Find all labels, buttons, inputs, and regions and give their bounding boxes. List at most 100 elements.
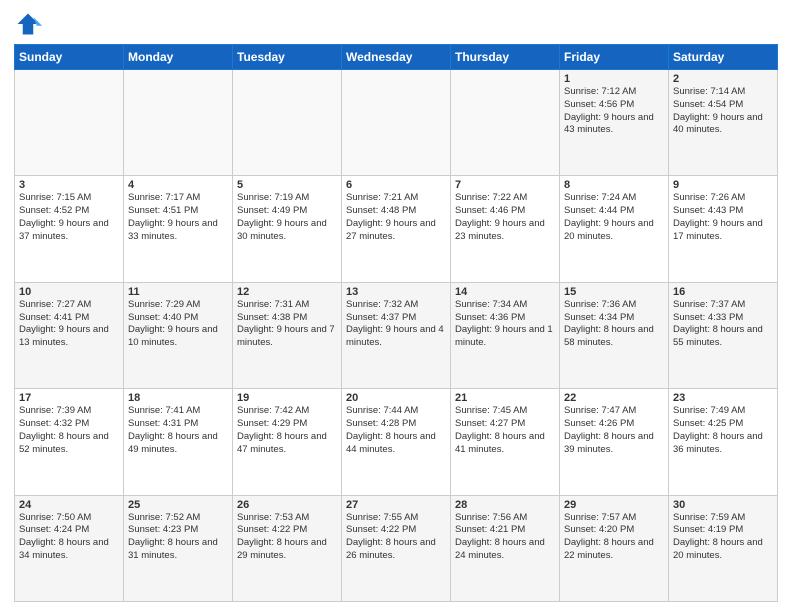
day-number: 28 xyxy=(455,499,555,511)
day-info: Sunset: 4:33 PM xyxy=(673,312,773,325)
day-info: Sunset: 4:48 PM xyxy=(346,205,446,218)
calendar-week-2: 3Sunrise: 7:15 AMSunset: 4:52 PMDaylight… xyxy=(15,176,778,282)
day-number: 10 xyxy=(19,286,119,298)
calendar-cell: 11Sunrise: 7:29 AMSunset: 4:40 PMDayligh… xyxy=(124,282,233,388)
day-number: 19 xyxy=(237,392,337,404)
day-info: Sunrise: 7:17 AM xyxy=(128,192,228,205)
day-info: Sunrise: 7:15 AM xyxy=(19,192,119,205)
day-info: Daylight: 8 hours and 52 minutes. xyxy=(19,431,119,457)
calendar-cell: 1Sunrise: 7:12 AMSunset: 4:56 PMDaylight… xyxy=(560,70,669,176)
calendar-header-thursday: Thursday xyxy=(451,45,560,70)
calendar-cell: 24Sunrise: 7:50 AMSunset: 4:24 PMDayligh… xyxy=(15,495,124,601)
day-info: Sunrise: 7:52 AM xyxy=(128,512,228,525)
day-number: 4 xyxy=(128,179,228,191)
day-info: Sunset: 4:24 PM xyxy=(19,524,119,537)
day-number: 16 xyxy=(673,286,773,298)
day-info: Sunrise: 7:19 AM xyxy=(237,192,337,205)
day-number: 5 xyxy=(237,179,337,191)
day-info: Daylight: 9 hours and 20 minutes. xyxy=(564,218,664,244)
day-number: 9 xyxy=(673,179,773,191)
day-info: Sunset: 4:27 PM xyxy=(455,418,555,431)
calendar-header-wednesday: Wednesday xyxy=(342,45,451,70)
calendar-cell: 25Sunrise: 7:52 AMSunset: 4:23 PMDayligh… xyxy=(124,495,233,601)
day-number: 15 xyxy=(564,286,664,298)
day-info: Sunset: 4:56 PM xyxy=(564,99,664,112)
day-info: Sunset: 4:46 PM xyxy=(455,205,555,218)
day-info: Daylight: 8 hours and 34 minutes. xyxy=(19,537,119,563)
day-number: 13 xyxy=(346,286,446,298)
day-info: Daylight: 8 hours and 49 minutes. xyxy=(128,431,228,457)
day-info: Sunrise: 7:45 AM xyxy=(455,405,555,418)
day-info: Sunrise: 7:56 AM xyxy=(455,512,555,525)
day-number: 27 xyxy=(346,499,446,511)
day-number: 22 xyxy=(564,392,664,404)
day-number: 20 xyxy=(346,392,446,404)
day-info: Sunrise: 7:32 AM xyxy=(346,299,446,312)
header xyxy=(14,10,778,38)
day-info: Sunrise: 7:55 AM xyxy=(346,512,446,525)
day-info: Sunset: 4:22 PM xyxy=(346,524,446,537)
day-number: 8 xyxy=(564,179,664,191)
day-info: Daylight: 8 hours and 26 minutes. xyxy=(346,537,446,563)
day-number: 29 xyxy=(564,499,664,511)
day-info: Daylight: 9 hours and 4 minutes. xyxy=(346,324,446,350)
day-info: Sunrise: 7:57 AM xyxy=(564,512,664,525)
day-info: Sunrise: 7:41 AM xyxy=(128,405,228,418)
calendar-cell xyxy=(124,70,233,176)
day-info: Daylight: 8 hours and 58 minutes. xyxy=(564,324,664,350)
calendar: SundayMondayTuesdayWednesdayThursdayFrid… xyxy=(14,44,778,602)
calendar-cell: 15Sunrise: 7:36 AMSunset: 4:34 PMDayligh… xyxy=(560,282,669,388)
calendar-cell: 18Sunrise: 7:41 AMSunset: 4:31 PMDayligh… xyxy=(124,389,233,495)
day-number: 7 xyxy=(455,179,555,191)
day-number: 6 xyxy=(346,179,446,191)
day-info: Sunset: 4:34 PM xyxy=(564,312,664,325)
day-info: Daylight: 9 hours and 27 minutes. xyxy=(346,218,446,244)
day-info: Sunrise: 7:59 AM xyxy=(673,512,773,525)
calendar-cell: 22Sunrise: 7:47 AMSunset: 4:26 PMDayligh… xyxy=(560,389,669,495)
calendar-header-sunday: Sunday xyxy=(15,45,124,70)
calendar-cell: 10Sunrise: 7:27 AMSunset: 4:41 PMDayligh… xyxy=(15,282,124,388)
calendar-cell: 7Sunrise: 7:22 AMSunset: 4:46 PMDaylight… xyxy=(451,176,560,282)
day-number: 30 xyxy=(673,499,773,511)
day-info: Daylight: 8 hours and 39 minutes. xyxy=(564,431,664,457)
day-info: Sunrise: 7:29 AM xyxy=(128,299,228,312)
day-info: Sunset: 4:26 PM xyxy=(564,418,664,431)
day-info: Sunset: 4:19 PM xyxy=(673,524,773,537)
day-info: Daylight: 8 hours and 24 minutes. xyxy=(455,537,555,563)
day-info: Daylight: 8 hours and 22 minutes. xyxy=(564,537,664,563)
day-info: Daylight: 9 hours and 30 minutes. xyxy=(237,218,337,244)
day-number: 2 xyxy=(673,73,773,85)
day-info: Daylight: 8 hours and 44 minutes. xyxy=(346,431,446,457)
calendar-cell: 23Sunrise: 7:49 AMSunset: 4:25 PMDayligh… xyxy=(669,389,778,495)
day-info: Sunset: 4:20 PM xyxy=(564,524,664,537)
day-info: Sunset: 4:54 PM xyxy=(673,99,773,112)
day-number: 3 xyxy=(19,179,119,191)
day-info: Sunset: 4:43 PM xyxy=(673,205,773,218)
day-info: Sunset: 4:37 PM xyxy=(346,312,446,325)
day-info: Daylight: 8 hours and 31 minutes. xyxy=(128,537,228,563)
day-info: Sunrise: 7:31 AM xyxy=(237,299,337,312)
day-info: Daylight: 9 hours and 43 minutes. xyxy=(564,112,664,138)
day-info: Daylight: 8 hours and 47 minutes. xyxy=(237,431,337,457)
day-info: Daylight: 9 hours and 37 minutes. xyxy=(19,218,119,244)
day-number: 23 xyxy=(673,392,773,404)
day-number: 25 xyxy=(128,499,228,511)
day-info: Daylight: 9 hours and 40 minutes. xyxy=(673,112,773,138)
day-info: Daylight: 8 hours and 20 minutes. xyxy=(673,537,773,563)
calendar-header-saturday: Saturday xyxy=(669,45,778,70)
day-info: Sunset: 4:21 PM xyxy=(455,524,555,537)
day-info: Sunrise: 7:47 AM xyxy=(564,405,664,418)
day-info: Sunrise: 7:53 AM xyxy=(237,512,337,525)
day-number: 21 xyxy=(455,392,555,404)
day-info: Daylight: 9 hours and 10 minutes. xyxy=(128,324,228,350)
day-info: Daylight: 9 hours and 23 minutes. xyxy=(455,218,555,244)
day-info: Sunrise: 7:50 AM xyxy=(19,512,119,525)
day-info: Sunrise: 7:27 AM xyxy=(19,299,119,312)
day-info: Sunset: 4:49 PM xyxy=(237,205,337,218)
calendar-cell: 13Sunrise: 7:32 AMSunset: 4:37 PMDayligh… xyxy=(342,282,451,388)
calendar-cell: 20Sunrise: 7:44 AMSunset: 4:28 PMDayligh… xyxy=(342,389,451,495)
day-info: Sunset: 4:44 PM xyxy=(564,205,664,218)
calendar-cell xyxy=(233,70,342,176)
day-info: Sunset: 4:31 PM xyxy=(128,418,228,431)
day-info: Sunrise: 7:39 AM xyxy=(19,405,119,418)
